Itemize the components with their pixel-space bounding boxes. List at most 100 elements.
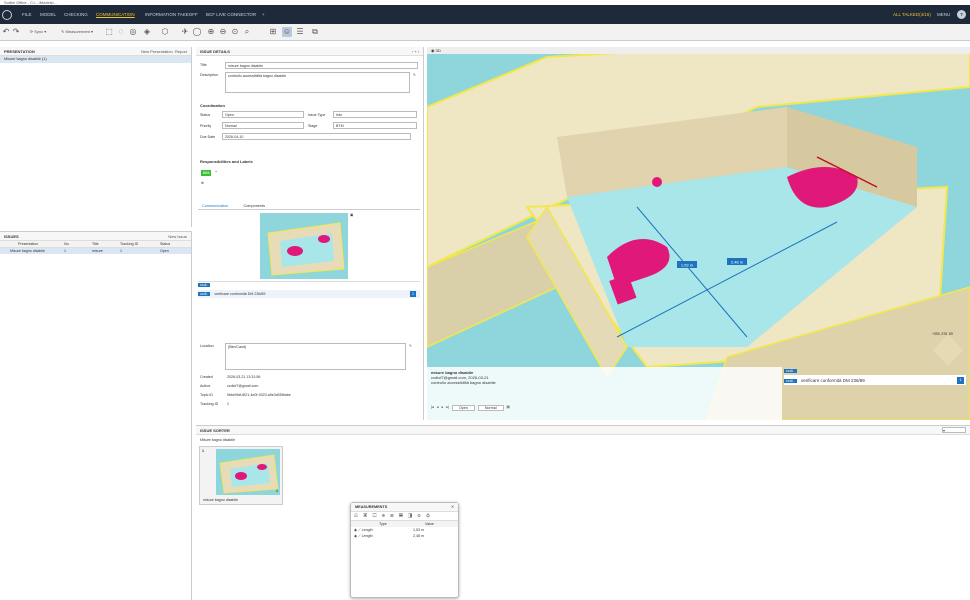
hide-icon[interactable]: ◌	[116, 27, 126, 37]
menu-add-tab[interactable]: +	[262, 12, 265, 17]
next-icon[interactable]: ▸	[442, 405, 444, 411]
orbit-icon[interactable]: ◯	[192, 27, 202, 37]
menu-file[interactable]: FILE	[22, 12, 32, 17]
visibility-icon[interactable]: ◈	[142, 27, 152, 37]
redo-icon[interactable]: ↷	[11, 27, 21, 37]
menu-checking[interactable]: CHECKING	[64, 12, 88, 17]
presentation-item[interactable]: Misure bagno disabile (1)	[0, 56, 191, 63]
menu-model[interactable]: MODEL	[40, 12, 56, 17]
sync-label: Sync	[34, 29, 44, 34]
overlay-status-select[interactable]: Open	[452, 405, 475, 411]
issue-type-label: Issue Type	[308, 113, 326, 117]
issue-type-select[interactable]: Info	[333, 111, 417, 118]
3d-model-canvas[interactable]: 1,53 m 2,48 m	[427, 47, 970, 420]
chat-header: ccdi..	[784, 369, 966, 376]
status-select[interactable]: Open	[222, 111, 304, 118]
details-nav-icon[interactable]: ‹ + ›	[412, 47, 419, 56]
col-tracking[interactable]: Tracking ID	[120, 241, 160, 247]
presentation-title: PRESENTATION	[4, 49, 35, 54]
comment-user-1: ccdi..	[198, 283, 211, 287]
menu-button[interactable]: MENU	[937, 12, 950, 17]
title-input[interactable]: misure bagno disabile	[225, 62, 418, 69]
sorter-card[interactable]: 1 1 misure bagno disabile	[199, 446, 283, 505]
measurement-button[interactable]: ✎ Measurement ▾	[54, 27, 100, 37]
priority-select[interactable]: Normal	[222, 122, 304, 129]
topic-id-label: Topic ID	[200, 393, 213, 397]
table-row[interactable]: ◉ ⟋ Length 2,48 m	[351, 533, 458, 539]
add-responsible-icon[interactable]: ⊕	[201, 181, 204, 185]
layers-icon[interactable]: ☰	[295, 27, 305, 37]
undo-icon[interactable]: ↶	[1, 27, 11, 37]
col-presentation[interactable]: Presentation	[0, 241, 64, 247]
new-issue-button[interactable]: New Issue	[168, 232, 187, 241]
presentation-panel: PRESENTATION New Presentation Report Mis…	[0, 47, 192, 227]
close-icon[interactable]: ✕	[451, 503, 454, 512]
description-input[interactable]: controllo accessibilità bagno disabile	[225, 72, 410, 93]
overlay-options-icon[interactable]: ▤	[507, 405, 510, 411]
walk-icon[interactable]: ☺	[282, 27, 292, 37]
add-tag-icon[interactable]: +	[215, 170, 217, 174]
overlay-priority-select[interactable]: Normal	[477, 405, 504, 411]
edit-description-icon[interactable]: ✎	[413, 73, 416, 77]
measurement-row-2-type: ◉ ⟋ Length	[354, 534, 373, 538]
comment-header: ccdi..	[198, 281, 420, 288]
menu-bar: FILE MODEL CHECKING COMMUNICATION INFORM…	[0, 5, 970, 24]
help-icon[interactable]: ?	[957, 10, 966, 19]
sync-button[interactable]: ⟳ Sync ▾	[25, 27, 51, 37]
col-title[interactable]: Title	[92, 241, 120, 247]
last-icon[interactable]: ▸|	[446, 405, 449, 411]
zoom-selection-icon[interactable]: ⌕	[242, 27, 252, 37]
row-no: 1	[64, 249, 66, 253]
presentation-actions: New Presentation Report	[141, 47, 187, 56]
measurements-window: MEASUREMENTS ✕ ⎌ ▣ ◫ ⊕ ⊞ ▤ ◨ ⊗ ⚙ Type Va…	[350, 502, 459, 598]
edit-location-icon[interactable]: ✎	[409, 344, 412, 348]
first-icon[interactable]: |◂	[431, 405, 434, 411]
zoom-fit-icon[interactable]: ⊙	[230, 27, 240, 37]
bim-tag[interactable]: BIM	[201, 170, 212, 176]
issues-header: ISSUES New Issue	[0, 232, 191, 241]
tab-communication[interactable]: Communication	[198, 204, 228, 208]
menu-information-takeoff[interactable]: INFORMATION TAKEOFF	[145, 12, 198, 17]
zoom-in-icon[interactable]: ⊕	[206, 27, 216, 37]
chat-message[interactable]: ccdi.. verificare conformità DM 236/89 1	[784, 376, 966, 385]
3d-view[interactable]: 1,53 m 2,48 m ◉ 3D misure bagno disabile…	[427, 47, 970, 420]
menu-communication[interactable]: COMMUNICATION	[96, 12, 135, 17]
prev-icon[interactable]: ◂	[437, 405, 439, 411]
location-input[interactable]: (Bim/Cand)	[225, 343, 406, 370]
snapshot-tools-icon[interactable]: ▣	[350, 213, 353, 217]
tab-components[interactable]: Components	[229, 204, 265, 208]
comment-item[interactable]: ccdi.. verificare conformità DM 236/89 1	[198, 290, 420, 298]
tracking-id-value: 1	[227, 402, 229, 406]
copy-icon[interactable]: ⧉	[310, 27, 320, 37]
author-label: Author	[200, 384, 211, 388]
report-button[interactable]: Report	[175, 49, 187, 54]
zoom-out-icon[interactable]: ⊖	[218, 27, 228, 37]
due-date-input[interactable]: 2026-04-10	[222, 133, 411, 140]
select-icon[interactable]: ⬚	[104, 27, 114, 37]
cube-icon[interactable]: ⬡	[160, 27, 170, 37]
visibility-toggle-icon[interactable]: ◉	[354, 528, 357, 532]
sorter-size-select[interactable]: ▾	[942, 427, 966, 433]
menu-bcf-live-connector[interactable]: BCF LIVE CONNECTOR	[206, 12, 256, 17]
chat-text: verificare conformità DM 236/89	[800, 378, 865, 383]
comment-count: 1	[410, 291, 416, 297]
issue-details-panel: ISSUE DETAILS ‹ + › Title misure bagno d…	[196, 47, 424, 420]
topic-id-value: 0bbe0fdf-8f21-4e0f-9323-a9e3d05fbabe	[227, 393, 291, 397]
new-presentation-button[interactable]: New Presentation	[141, 49, 173, 54]
issue-snapshot[interactable]	[260, 213, 348, 279]
app-logo-icon	[2, 10, 12, 20]
stage-select[interactable]: BTM	[333, 122, 417, 129]
title-label: Title	[200, 63, 207, 67]
isolate-icon[interactable]: ◎	[128, 27, 138, 37]
chat-user-2: ccdi..	[784, 379, 797, 383]
section-icon[interactable]: ⊞	[268, 27, 278, 37]
col-status[interactable]: Status	[160, 241, 190, 247]
overlay-controls: |◂ ◂ ▸ ▸| Open Normal ▤	[431, 405, 510, 411]
visibility-toggle-icon[interactable]: ◉	[354, 534, 357, 538]
user-status[interactable]: ALL TALKED(4/15)	[893, 12, 931, 17]
fly-icon[interactable]: ✈	[180, 27, 190, 37]
responsibilities-title: Responsibilities and Labels	[200, 159, 253, 164]
measurements-toolbar[interactable]: ⎌ ▣ ◫ ⊕ ⊞ ▤ ◨ ⊗ ⚙	[351, 512, 458, 521]
table-row[interactable]: Misure bagno disabile 1 misure 1 Open	[0, 248, 191, 254]
col-no[interactable]: No.	[64, 241, 92, 247]
